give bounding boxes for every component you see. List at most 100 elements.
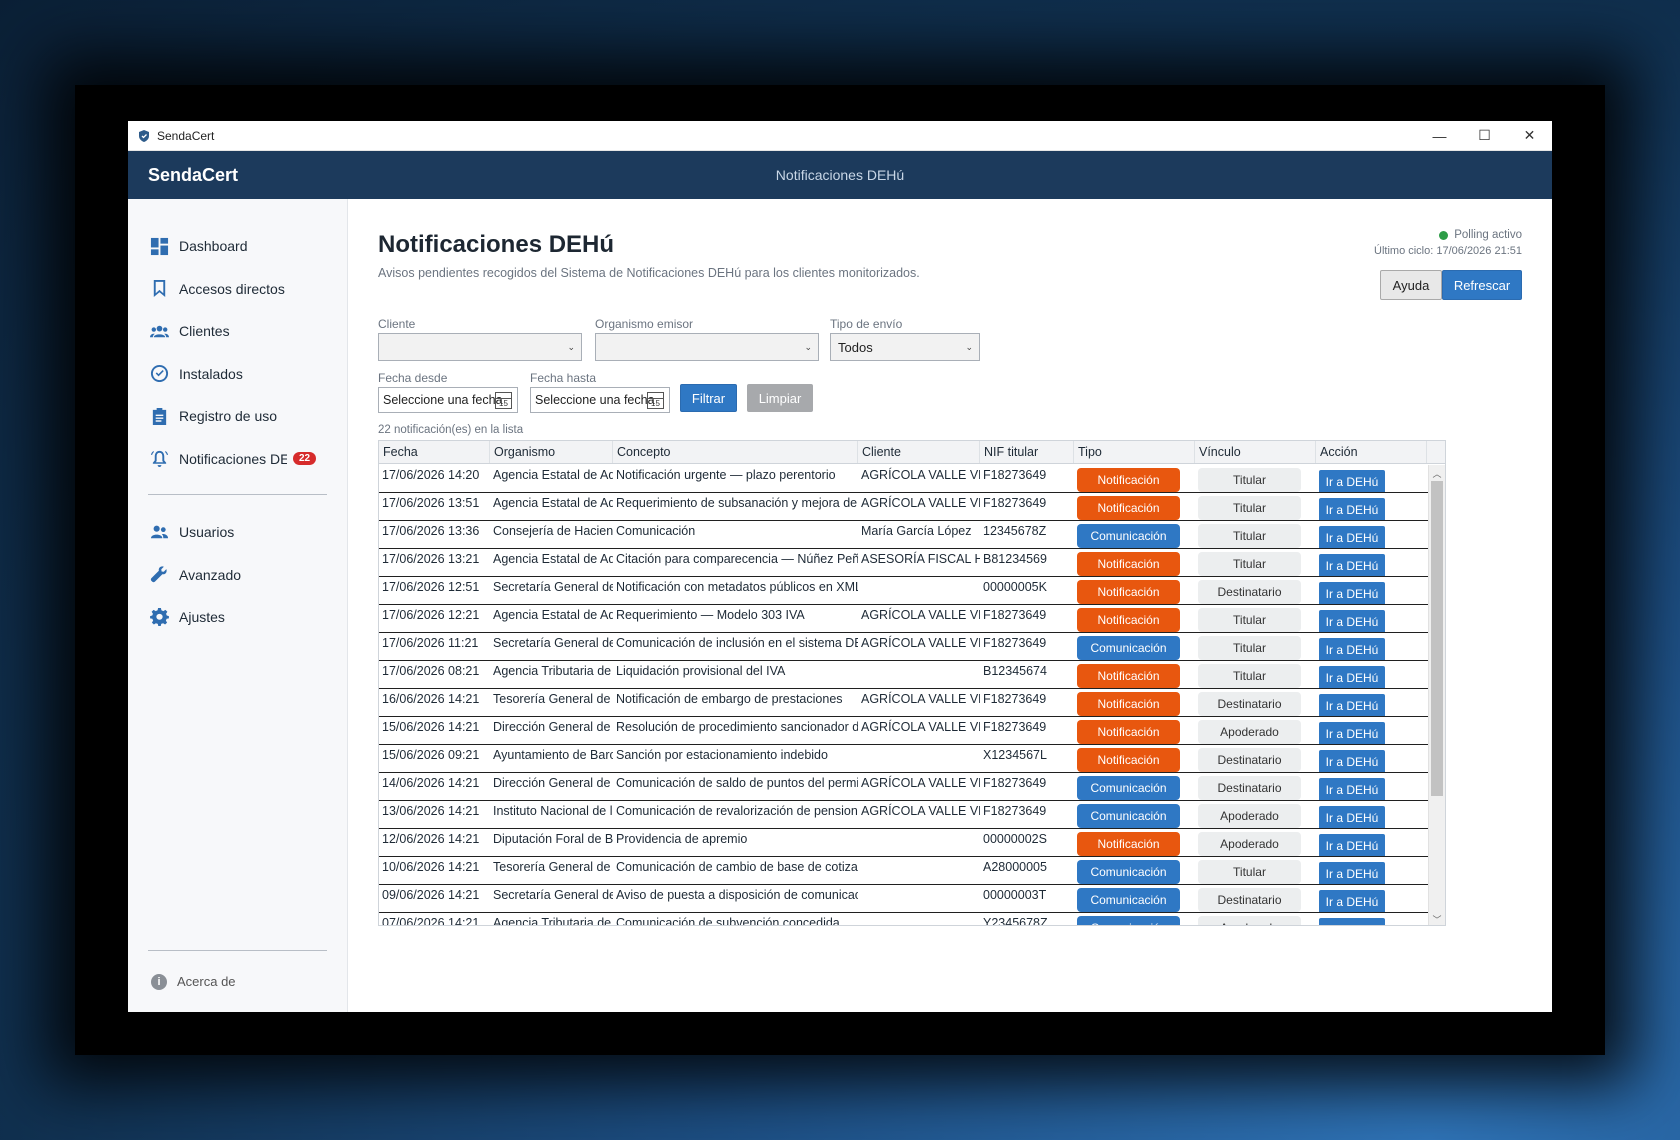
cell-concepto: Comunicación de cambio de base de cotiza… (616, 860, 858, 874)
calendar-icon[interactable]: 15 (647, 392, 664, 409)
cell-nif: F18273649 (983, 468, 1047, 482)
table-row[interactable]: 12/06/2026 14:21 Diputación Foral de Bizk… (379, 829, 1429, 857)
go-to-dehu-button[interactable]: Ir a DEHú (1319, 862, 1385, 884)
table-row[interactable]: 15/06/2026 14:21 Dirección General de Tr R… (379, 717, 1429, 745)
cell-accion: Ir a DEHú (1316, 829, 1427, 856)
column-header-cliente[interactable]: Cliente (858, 441, 980, 463)
table-row[interactable]: 17/06/2026 11:21Secretaría General de AC… (379, 633, 1429, 661)
vinculo-badge: Titular (1198, 860, 1301, 884)
cell-nif: F18273649 (983, 608, 1047, 622)
go-to-dehu-button[interactable]: Ir a DEHú (1319, 610, 1385, 632)
sidebar-item-usuarios[interactable]: Usuarios (128, 511, 347, 554)
tipo-badge: Comunicación (1077, 888, 1180, 912)
go-to-dehu-button[interactable]: Ir a DEHú (1319, 470, 1385, 492)
table-row[interactable]: 17/06/2026 13:36Consejería de HaciendaCo… (379, 521, 1429, 549)
scroll-down-icon[interactable]: ﹀ (1429, 911, 1445, 925)
table-row[interactable]: 09/06/2026 14:21 Secretaría General de AA… (379, 885, 1429, 913)
table-row[interactable]: 17/06/2026 13:51 Agencia Estatal de Adm Re… (379, 493, 1429, 521)
column-header-nif[interactable]: NIF titular (980, 441, 1074, 463)
go-to-dehu-button[interactable]: Ir a DEHú (1319, 638, 1385, 660)
column-header-accion[interactable]: Acción (1316, 441, 1427, 463)
sidebar-item-notificaciones-dehu[interactable]: Notificaciones DEHú 22 (128, 438, 347, 481)
sidebar-item-accesos-directos[interactable]: Accesos directos (128, 268, 347, 311)
go-to-dehu-button[interactable]: Ir a DEHú (1319, 890, 1385, 912)
sidebar-nav: Dashboard Accesos directos Clientes Inst… (128, 199, 347, 480)
vinculo-badge: Titular (1198, 664, 1301, 688)
table-row[interactable]: 17/06/2026 14:20 Agencia Estatal de Adm No… (379, 465, 1429, 493)
date-from-picker[interactable]: Seleccione una fecha 15 (378, 387, 518, 413)
go-to-dehu-button[interactable]: Ir a DEHú (1319, 750, 1385, 772)
cell-tipo: Notificación (1074, 549, 1195, 576)
help-button[interactable]: Ayuda (1380, 270, 1442, 300)
go-to-dehu-button[interactable]: Ir a DEHú (1319, 554, 1385, 576)
go-to-dehu-button[interactable]: Ir a DEHú (1319, 834, 1385, 856)
people-icon (149, 321, 169, 341)
tipo-badge: Notificación (1077, 496, 1180, 520)
about-link[interactable]: i Acerca de (148, 950, 327, 1012)
vinculo-badge: Apoderado (1198, 916, 1301, 925)
issuer-select[interactable]: ⌄ (595, 333, 819, 361)
date-to-picker[interactable]: Seleccione una fecha 15 (530, 387, 670, 413)
sidebar-item-dashboard[interactable]: Dashboard (128, 225, 347, 268)
cell-accion: Ir a DEHú (1316, 633, 1427, 660)
go-to-dehu-button[interactable]: Ir a DEHú (1319, 722, 1385, 744)
info-icon: i (151, 973, 167, 990)
column-header-vinculo[interactable]: Vínculo (1195, 441, 1316, 463)
table-row[interactable]: 16/06/2026 14:21 Tesorería General de la … (379, 689, 1429, 717)
sidebar-item-clientes[interactable]: Clientes (128, 310, 347, 353)
table-row[interactable]: 10/06/2026 14:21 Tesorería General de la … (379, 857, 1429, 885)
scrollbar-thumb[interactable] (1431, 481, 1443, 796)
cell-concepto: Comunicación de subvención concedida (616, 916, 840, 926)
go-to-dehu-button[interactable]: Ir a DEHú (1319, 806, 1385, 828)
go-to-dehu-button[interactable]: Ir a DEHú (1319, 666, 1385, 688)
column-header-organismo[interactable]: Organismo (490, 441, 613, 463)
cell-tipo: Notificación (1074, 717, 1195, 744)
table-row[interactable]: 17/06/2026 12:21 Agencia Estatal de Adm Re… (379, 605, 1429, 633)
scroll-up-icon[interactable]: ︿ (1429, 465, 1445, 481)
go-to-dehu-button[interactable]: Ir a DEHú (1319, 778, 1385, 800)
table-row[interactable]: 07/06/2026 14:21 Agencia Tributaria de AC… (379, 913, 1429, 926)
minimize-button[interactable]: — (1417, 121, 1462, 151)
table-row[interactable]: 14/06/2026 14:21 Dirección General de Tr C… (379, 773, 1429, 801)
sidebar-item-registro-de-uso[interactable]: Registro de uso (128, 395, 347, 438)
tipo-badge: Notificación (1077, 832, 1180, 856)
go-to-dehu-button[interactable]: Ir a DEHú (1319, 526, 1385, 548)
sidebar-item-avanzado[interactable]: Avanzado (128, 554, 347, 597)
table-row[interactable]: 13/06/2026 14:21 Instituto Nacional de la… (379, 801, 1429, 829)
refresh-button[interactable]: Refrescar (1442, 270, 1522, 300)
calendar-icon[interactable]: 15 (495, 392, 512, 409)
cell-concepto: Requerimiento de subsanación y mejora de… (616, 496, 858, 510)
sidebar-item-ajustes[interactable]: Ajustes (128, 596, 347, 639)
cell-nif: X1234567L (983, 748, 1047, 762)
sidebar-item-label: Registro de uso (179, 408, 278, 425)
chevron-down-icon: ⌄ (567, 342, 575, 352)
table-row[interactable]: 15/06/2026 09:21 Ayuntamiento de Barcel Sa… (379, 745, 1429, 773)
check-circle-icon (149, 364, 169, 384)
go-to-dehu-button[interactable]: Ir a DEHú (1319, 582, 1385, 604)
table-row[interactable]: 17/06/2026 12:51Secretaría General de AN… (379, 577, 1429, 605)
go-to-dehu-button[interactable]: Ir a DEHú (1319, 498, 1385, 520)
date-to-placeholder: Seleccione una fecha (535, 393, 655, 407)
clear-button[interactable]: Limpiar (747, 384, 813, 412)
table-row[interactable]: 17/06/2026 13:21 Agencia Estatal de Adm Ci… (379, 549, 1429, 577)
cell-concepto: Comunicación de inclusión en el sistema … (616, 636, 858, 650)
vertical-scrollbar[interactable]: ︿ ﹀ (1428, 465, 1445, 925)
type-select[interactable]: Todos ⌄ (830, 333, 980, 361)
filter-button[interactable]: Filtrar (680, 384, 737, 412)
cell-concepto: Notificación urgente — plazo perentorio (616, 468, 836, 482)
cell-cliente: AGRÍCOLA VALLE VERDI (861, 468, 980, 482)
sidebar-item-instalados[interactable]: Instalados (128, 353, 347, 396)
cell-tipo: Comunicación (1074, 773, 1195, 800)
cell-nif: B12345674 (983, 664, 1047, 678)
table-row[interactable]: 17/06/2026 08:21 Agencia Tributaria de AL… (379, 661, 1429, 689)
client-select[interactable]: ⌄ (378, 333, 582, 361)
column-header-tipo[interactable]: Tipo (1074, 441, 1195, 463)
sidebar-item-label: Clientes (179, 323, 230, 340)
maximize-button[interactable]: ☐ (1462, 121, 1507, 151)
column-header-fecha[interactable]: Fecha (379, 441, 490, 463)
tipo-badge: Notificación (1077, 608, 1180, 632)
go-to-dehu-button[interactable]: Ir a DEHú (1319, 918, 1385, 925)
close-button[interactable]: ✕ (1507, 121, 1552, 151)
go-to-dehu-button[interactable]: Ir a DEHú (1319, 694, 1385, 716)
column-header-concepto[interactable]: Concepto (613, 441, 858, 463)
